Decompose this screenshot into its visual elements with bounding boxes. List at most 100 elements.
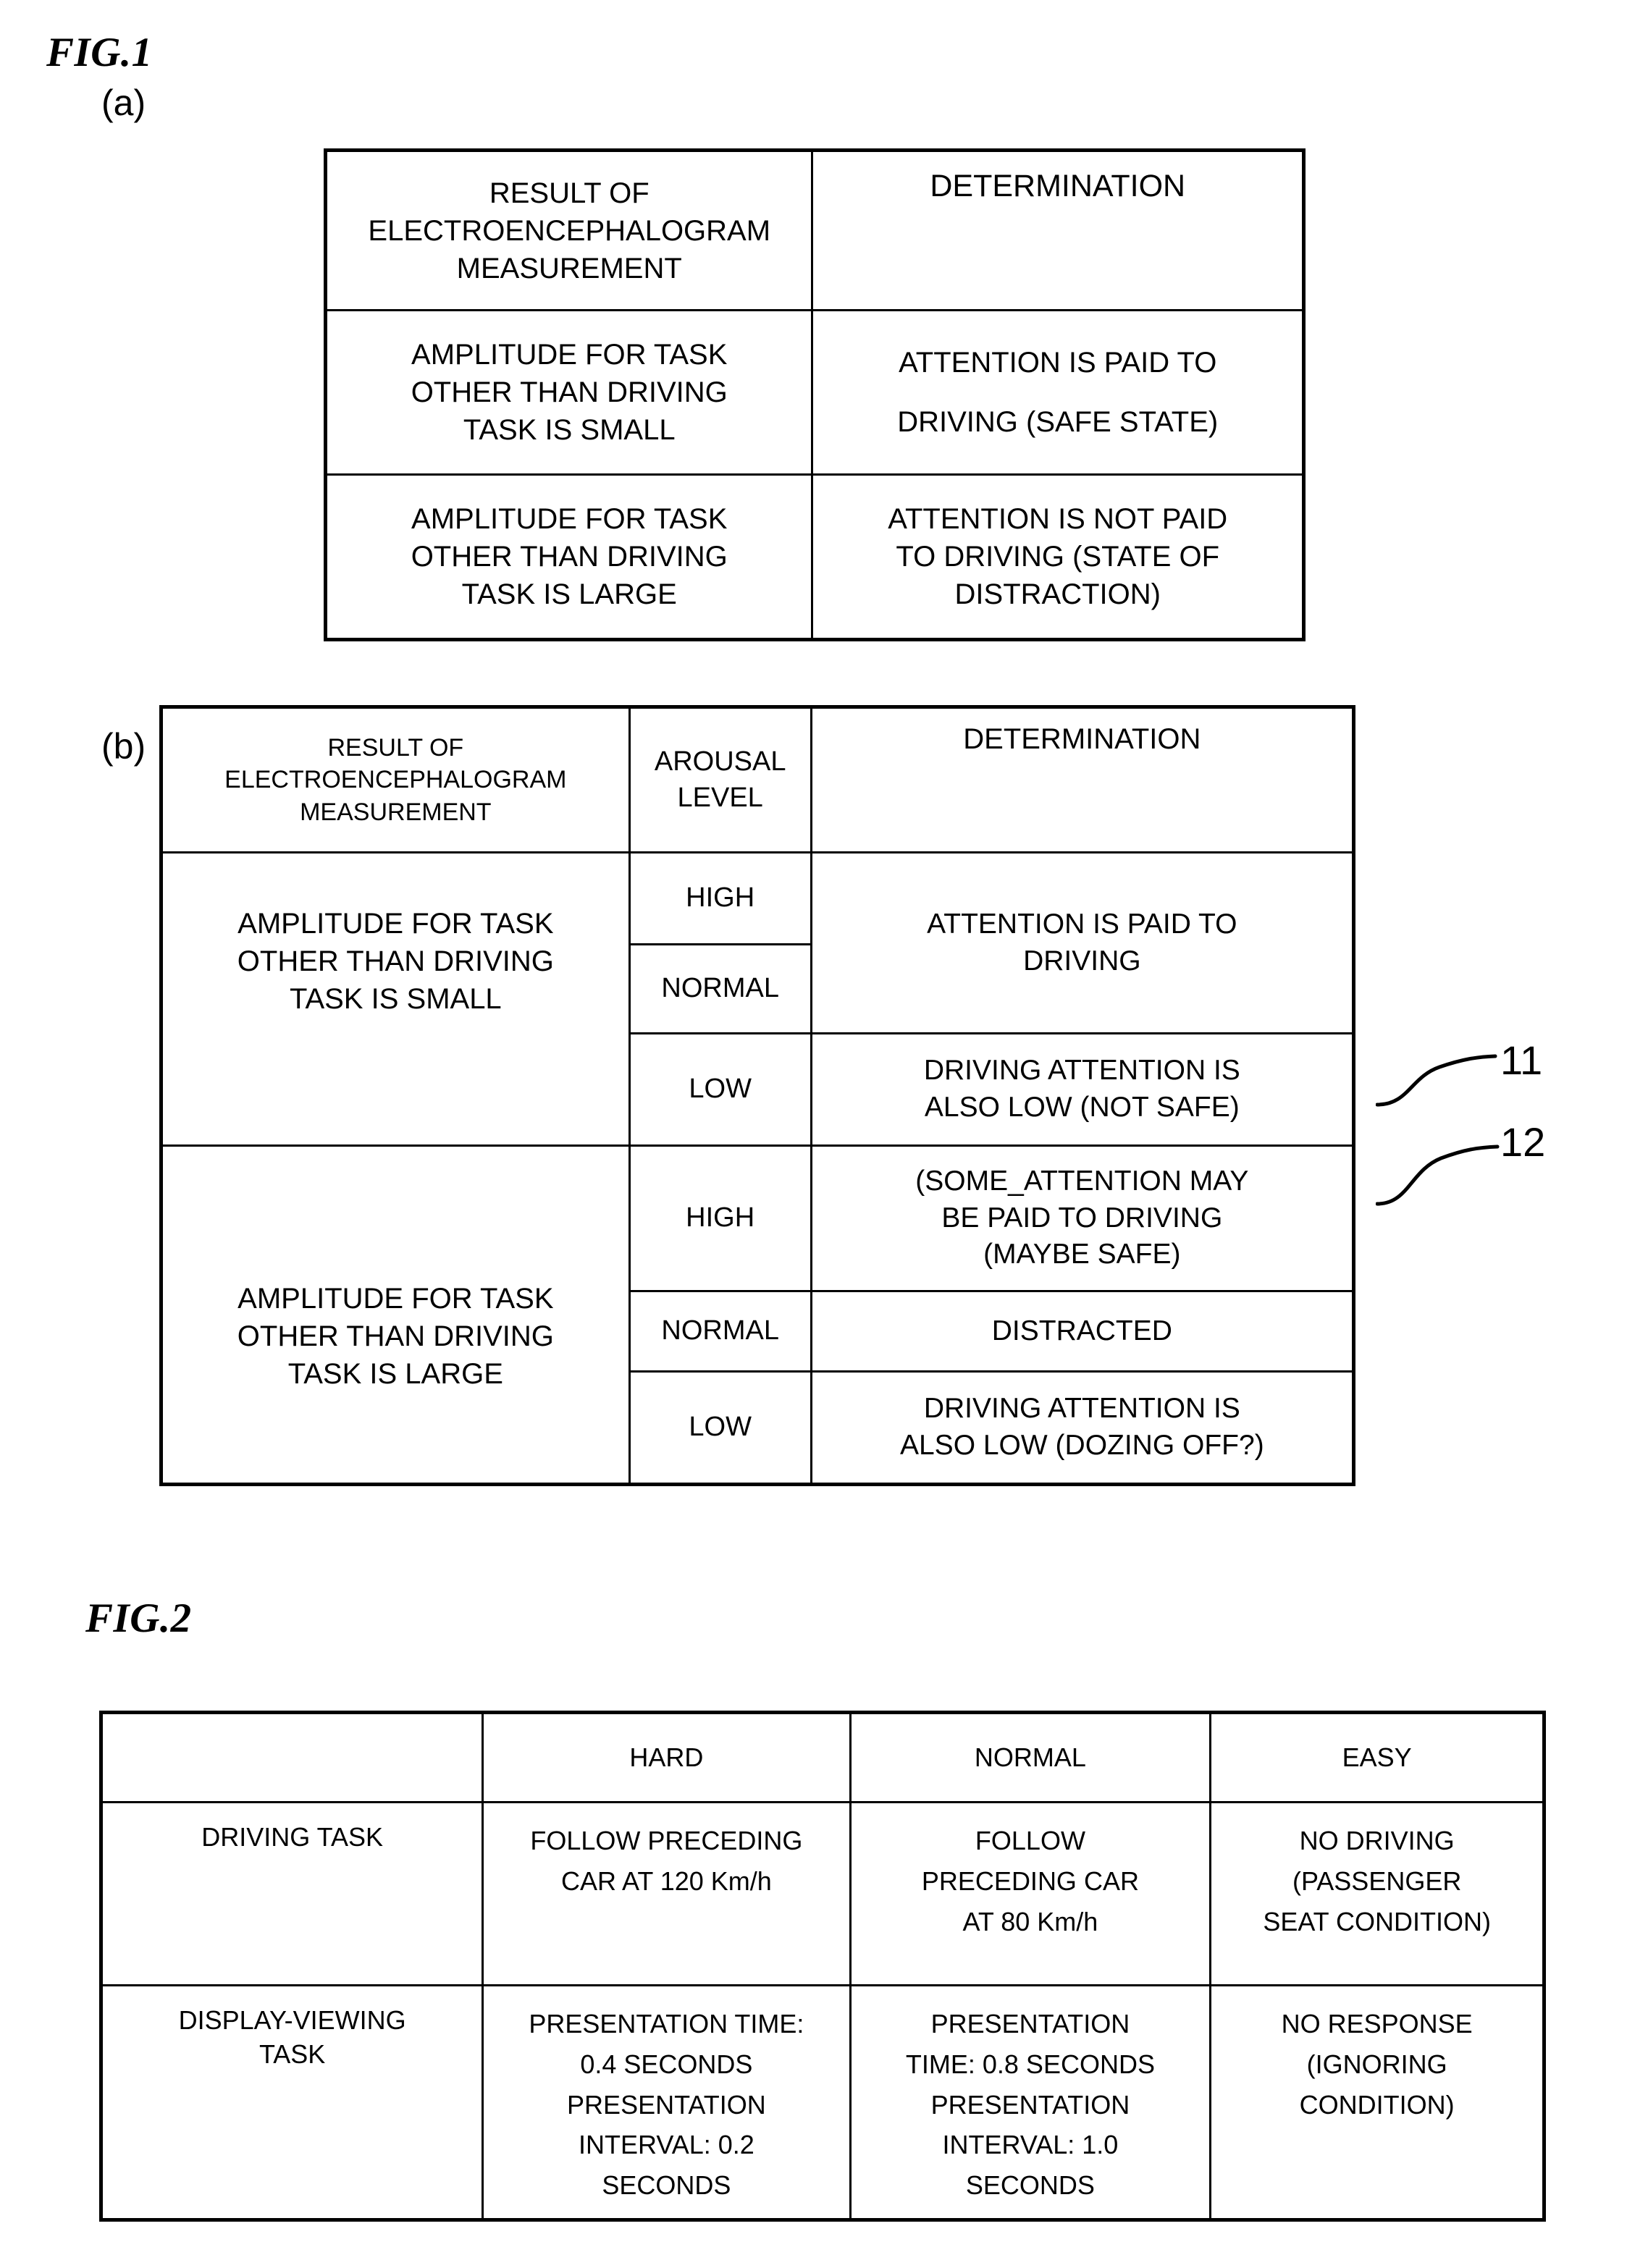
cell-line: SECONDS <box>965 2170 1095 2201</box>
header-cell-determination: DETERMINATION <box>811 149 1305 311</box>
header-line: ELECTROENCEPHALOGRAM <box>368 214 771 247</box>
cell-line: DRIVING ATTENTION IS <box>923 1055 1240 1087</box>
cell-line: PRESENTATION <box>567 2089 766 2120</box>
header-cell-easy: EASY <box>1209 1711 1545 1803</box>
row-label-display-viewing-task: DISPLAY-VIEWING TASK <box>99 1984 484 2221</box>
cell-line: OTHER THAN DRIVING <box>237 945 554 977</box>
cell-line: AMPLITUDE FOR TASK <box>411 339 728 371</box>
cell-determination-dozing-off: DRIVING ATTENTION IS ALSO LOW (DOZING OF… <box>810 1370 1355 1485</box>
table-row-header: HARD NORMAL EASY <box>99 1711 1545 1803</box>
cell-line: TASK IS SMALL <box>289 983 502 1015</box>
subfigure-label-a: (a) <box>101 83 146 123</box>
cell-driving-easy: NO DRIVING (PASSENGER SEAT CONDITION) <box>1209 1801 1545 1986</box>
cell-result-small: AMPLITUDE FOR TASK OTHER THAN DRIVING TA… <box>160 851 631 1147</box>
cell-line: OTHER THAN DRIVING <box>411 376 728 408</box>
header-cell-determination: DETERMINATION <box>810 706 1355 853</box>
cell-display-normal: PRESENTATION TIME: 0.8 SECONDS PRESENTAT… <box>849 1984 1212 2221</box>
cell-determination-maybe-safe: (SOME_ATTENTION MAY BE PAID TO DRIVING (… <box>810 1144 1355 1292</box>
cell-line: FOLLOW PRECEDING <box>530 1826 803 1855</box>
cell-line: AMPLITUDE FOR TASK <box>237 908 554 940</box>
cell-line: INTERVAL: 0.2 <box>579 2130 754 2160</box>
cell-driving-normal: FOLLOW PRECEDING CAR AT 80 Km/h <box>849 1801 1212 1986</box>
cell-arousal-normal: NORMAL <box>628 943 812 1034</box>
cell-line: (SOME_ATTENTION MAY <box>915 1165 1249 1197</box>
header-line: ELECTROENCEPHALOGRAM <box>224 766 567 794</box>
cell-line: DISTRACTION) <box>954 578 1161 610</box>
cell-result-small: AMPLITUDE FOR TASK OTHER THAN DRIVING TA… <box>324 309 814 476</box>
cell-line: ATTENTION IS NOT PAID <box>888 503 1228 535</box>
header-cell-arousal-level: AROUSAL LEVEL <box>628 706 812 853</box>
cell-line: DISPLAY-VIEWING <box>178 2005 406 2035</box>
cell-result-large: AMPLITUDE FOR TASK OTHER THAN DRIVING TA… <box>160 1144 631 1485</box>
cell-line: TASK IS LARGE <box>287 1358 503 1390</box>
cell-line: AT 80 Km/h <box>962 1906 1098 1936</box>
table-row-header: RESULT OF ELECTROENCEPHALOGRAM MEASUREME… <box>324 149 1305 311</box>
cell-line: CONDITION) <box>1299 2089 1455 2120</box>
cell-line: TASK <box>258 2039 326 2069</box>
table-row: AMPLITUDE FOR TASK OTHER THAN DRIVING TA… <box>324 473 1305 641</box>
cell-line: AMPLITUDE FOR TASK <box>237 1283 554 1315</box>
subfigure-label-b: (b) <box>101 726 146 767</box>
header-line: MEASUREMENT <box>456 252 682 284</box>
cell-line: BE PAID TO DRIVING <box>941 1202 1223 1234</box>
cell-line: OTHER THAN DRIVING <box>411 541 728 573</box>
table-row: AMPLITUDE FOR TASK OTHER THAN DRIVING TA… <box>160 851 1355 1147</box>
cell-arousal-high: HIGH <box>628 1144 812 1292</box>
table-fig1a: RESULT OF ELECTROENCEPHALOGRAM MEASUREME… <box>324 148 1306 641</box>
cell-line: AMPLITUDE FOR TASK <box>411 503 728 535</box>
cell-line: DRIVING ATTENTION IS <box>923 1393 1240 1425</box>
cell-arousal-high: HIGH <box>628 851 812 945</box>
table-row: AMPLITUDE FOR TASK OTHER THAN DRIVING TA… <box>324 309 1305 476</box>
callout-leader-line-11 <box>1376 1054 1497 1107</box>
cell-line: PRESENTATION <box>930 2009 1130 2039</box>
header-cell-result: RESULT OF ELECTROENCEPHALOGRAM MEASUREME… <box>324 149 814 311</box>
cell-line: ATTENTION IS PAID TO <box>927 908 1237 940</box>
cell-line: TASK IS SMALL <box>463 414 676 446</box>
cell-determination-distraction: ATTENTION IS NOT PAID TO DRIVING (STATE … <box>811 473 1305 641</box>
header-line: RESULT OF <box>489 177 649 209</box>
table-row: DRIVING TASK FOLLOW PRECEDING CAR AT 120… <box>99 1801 1545 1986</box>
table-fig2: HARD NORMAL EASY DRIVING TASK FOLLOW PRE… <box>99 1711 1546 2222</box>
cell-line: DRIVING <box>1023 945 1141 977</box>
table-row: AMPLITUDE FOR TASK OTHER THAN DRIVING TA… <box>160 1144 1355 1485</box>
figure-2-caption: FIG.2 <box>85 1595 192 1641</box>
figure-1-caption: FIG.1 <box>46 30 153 75</box>
callout-number-11: 11 <box>1500 1037 1543 1083</box>
cell-determination-not-safe: DRIVING ATTENTION IS ALSO LOW (NOT SAFE) <box>810 1032 1355 1147</box>
cell-line: ALSO LOW (NOT SAFE) <box>924 1092 1240 1123</box>
cell-determination-safe: ATTENTION IS PAID TO DRIVING (SAFE STATE… <box>811 309 1305 476</box>
cell-arousal-low: LOW <box>628 1370 812 1485</box>
table-row-header: RESULT OF ELECTROENCEPHALOGRAM MEASUREME… <box>160 706 1355 853</box>
cell-line: (MAYBE SAFE) <box>983 1239 1181 1270</box>
cell-line: (IGNORING <box>1306 2049 1447 2079</box>
cell-arousal-low: LOW <box>628 1032 812 1147</box>
cell-display-hard: PRESENTATION TIME: 0.4 SECONDS PRESENTAT… <box>482 1984 852 2221</box>
cell-line: SEAT CONDITION) <box>1263 1906 1491 1936</box>
cell-driving-hard: FOLLOW PRECEDING CAR AT 120 Km/h <box>482 1801 852 1986</box>
cell-line: TO DRIVING (STATE OF <box>896 541 1220 573</box>
cell-line: FOLLOW <box>975 1826 1085 1855</box>
row-label-driving-task: DRIVING TASK <box>99 1801 484 1986</box>
cell-arousal-normal: NORMAL <box>628 1290 812 1373</box>
header-line: AROUSAL <box>654 746 786 777</box>
cell-line: PRESENTATION <box>930 2089 1130 2120</box>
cell-line: PRESENTATION TIME: <box>529 2009 804 2039</box>
header-cell-normal: NORMAL <box>849 1711 1212 1803</box>
cell-line: 0.4 SECONDS <box>580 2049 753 2079</box>
cell-line: OTHER THAN DRIVING <box>237 1320 554 1352</box>
cell-line: DRIVING (SAFE STATE) <box>897 406 1219 438</box>
header-line: MEASUREMENT <box>300 798 492 826</box>
cell-line: NO RESPONSE <box>1281 2009 1473 2039</box>
header-line: LEVEL <box>677 782 763 813</box>
header-cell-hard: HARD <box>482 1711 852 1803</box>
cell-display-easy: NO RESPONSE (IGNORING CONDITION) <box>1209 1984 1545 2221</box>
header-cell-result: RESULT OF ELECTROENCEPHALOGRAM MEASUREME… <box>160 706 631 853</box>
cell-result-large: AMPLITUDE FOR TASK OTHER THAN DRIVING TA… <box>324 473 814 641</box>
cell-determination-distracted: DISTRACTED <box>810 1290 1355 1373</box>
cell-line: ALSO LOW (DOZING OFF?) <box>899 1430 1264 1461</box>
cell-line: NO DRIVING <box>1299 1826 1455 1855</box>
callout-leader-line-12 <box>1376 1144 1500 1206</box>
cell-line: TASK IS LARGE <box>461 578 677 610</box>
cell-line: PRECEDING CAR <box>921 1866 1139 1896</box>
cell-determination-attention-paid: ATTENTION IS PAID TO DRIVING <box>810 851 1355 1034</box>
